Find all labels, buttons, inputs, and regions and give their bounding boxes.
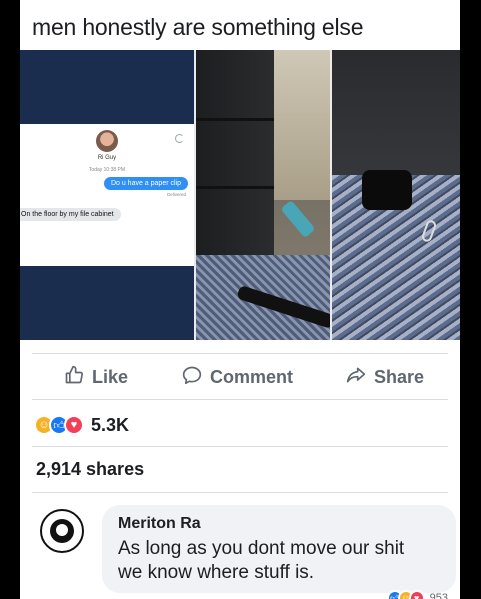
comment-text-line: we know where stuff is.: [118, 562, 315, 583]
share-label: Share: [374, 366, 425, 387]
comment-label: Comment: [210, 366, 294, 387]
love-icon: ♥: [64, 415, 84, 435]
commenter-avatar[interactable]: [40, 509, 84, 553]
skull-icon: [56, 524, 68, 536]
like-button[interactable]: Like: [64, 365, 128, 389]
file-cabinet-photo[interactable]: [196, 50, 330, 340]
thumbs-up-icon: [64, 365, 84, 390]
share-arrow-icon: [346, 365, 366, 390]
comment-author[interactable]: Meriton Ra: [118, 515, 440, 533]
chat-screenshot-photo[interactable]: Ri Guy Today 10:38 PM Do u have a paper …: [20, 50, 194, 340]
comment-reactions[interactable]: 👍︎ ☺ ♥ 953: [386, 590, 448, 599]
file-cabinet: [196, 50, 274, 260]
incoming-message: On the floor by my file cabinet: [20, 208, 121, 221]
comment: Meriton Ra As long as you dont move our …: [34, 505, 456, 599]
drawer-line: [196, 118, 274, 121]
floor-closeup-photo[interactable]: [332, 50, 460, 340]
contact-name: Ri Guy: [97, 155, 117, 161]
share-button[interactable]: Share: [346, 365, 424, 389]
divider: [32, 399, 448, 400]
comment-bubble: Meriton Ra As long as you dont move our …: [102, 505, 456, 593]
divider: [32, 446, 448, 447]
info-icon: [175, 134, 184, 143]
divider: [32, 492, 448, 493]
chat-date: Today 10:38 PM: [88, 167, 126, 173]
bottle: [280, 199, 316, 239]
contact-avatar: [96, 130, 118, 152]
screenshot-frame: men honestly are something else Ri Guy T…: [0, 0, 481, 599]
share-count[interactable]: 2,914 shares: [36, 459, 144, 480]
reaction-summary[interactable]: ☺ 👍︎ ♥ 5.3K: [34, 414, 129, 436]
facebook-post: men honestly are something else Ri Guy T…: [20, 0, 460, 599]
reaction-count: 5.3K: [91, 414, 130, 435]
comment-reaction-count: 953: [429, 592, 448, 599]
chat-panel: Ri Guy Today 10:38 PM Do u have a paper …: [20, 124, 194, 266]
speech-bubble-icon: [182, 365, 202, 390]
love-icon: ♥: [408, 590, 425, 599]
cabinet-foot: [362, 170, 412, 210]
post-caption: men honestly are something else: [32, 14, 364, 40]
like-label: Like: [92, 366, 129, 387]
action-bar: Like Comment Share: [20, 360, 460, 394]
drawer-line: [196, 186, 274, 189]
comment-button[interactable]: Comment: [182, 365, 293, 389]
comment-text-line: As long as you dont move our shit: [118, 538, 405, 559]
wall: [274, 50, 330, 200]
outgoing-message: Do u have a paper clip: [103, 177, 188, 190]
delivered-status: Delivered: [166, 192, 186, 197]
photo-collage[interactable]: Ri Guy Today 10:38 PM Do u have a paper …: [20, 50, 460, 340]
divider: [32, 353, 448, 354]
